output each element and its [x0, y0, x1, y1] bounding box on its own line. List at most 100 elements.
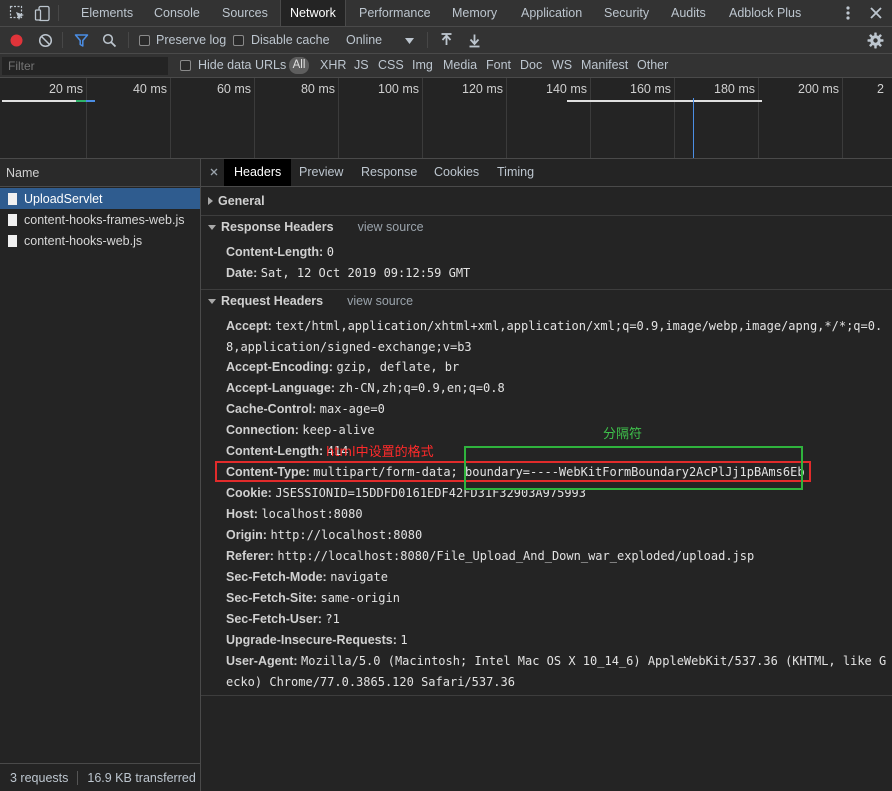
tab-adblock-plus[interactable]: Adblock Plus [729, 0, 801, 26]
more-options-icon[interactable] [841, 4, 855, 22]
request-count: 3 requests [10, 770, 69, 785]
detail-tab-preview[interactable]: Preview [289, 159, 353, 186]
hide-data-urls-label: Hide data URLs [198, 58, 287, 72]
timeline-label: 120 ms [462, 82, 503, 96]
header-row-accept-continued: 8,application/signed-exchange;v=b3 [226, 340, 472, 354]
devtools-tab-bar: Elements Console Sources Network Perform… [0, 0, 892, 27]
request-name: UploadServlet [24, 191, 103, 206]
settings-gear-icon[interactable] [867, 32, 884, 49]
timeline-label: 100 ms [378, 82, 419, 96]
timeline-label: 60 ms [216, 82, 251, 96]
filter-type-font[interactable]: Font [486, 58, 511, 72]
timeline-label: 80 ms [300, 82, 335, 96]
response-view-source-link[interactable]: view source [358, 220, 424, 234]
header-row-user-agent: User-Agent: Mozilla/5.0 (Macintosh; Inte… [226, 654, 887, 668]
request-detail-pane: Headers Preview Response Cookies Timing … [201, 159, 892, 791]
timeline-label: 140 ms [546, 82, 587, 96]
disable-cache-label: Disable cache [251, 33, 330, 47]
filter-type-img[interactable]: Img [412, 58, 433, 72]
close-detail-icon[interactable] [209, 165, 219, 179]
tab-memory[interactable]: Memory [452, 0, 497, 26]
filter-type-ws[interactable]: WS [552, 58, 572, 72]
filter-type-doc[interactable]: Doc [520, 58, 542, 72]
disable-cache-checkbox[interactable] [233, 35, 244, 46]
tab-elements[interactable]: Elements [81, 0, 133, 26]
tab-application[interactable]: Application [521, 0, 582, 26]
filter-type-manifest[interactable]: Manifest [581, 58, 628, 72]
network-status-bar: 3 requests 16.9 KB transferred [0, 763, 200, 791]
timeline-label: 40 ms [132, 82, 167, 96]
detail-tab-timing[interactable]: Timing [487, 159, 544, 186]
timeline-label: 2 [877, 82, 884, 96]
record-icon[interactable] [9, 33, 24, 48]
header-row-user-agent-continued: ecko) Chrome/77.0.3865.120 Safari/537.36 [226, 675, 515, 689]
general-section-header[interactable]: General [208, 194, 265, 208]
import-har-icon[interactable] [440, 33, 453, 48]
filter-icon[interactable] [74, 33, 89, 48]
header-row: Upgrade-Insecure-Requests: 1 [226, 633, 408, 647]
filter-type-css[interactable]: CSS [378, 58, 404, 72]
header-row: Content-Length: 0 [226, 245, 334, 259]
load-event-marker [693, 98, 694, 158]
request-headers-section-header[interactable]: Request Headers view source [208, 294, 413, 308]
timeline-label: 180 ms [714, 82, 755, 96]
filter-type-all[interactable]: All [289, 57, 309, 74]
detail-tab-cookies[interactable]: Cookies [424, 159, 489, 186]
timeline-bar [86, 100, 95, 102]
tab-performance[interactable]: Performance [359, 0, 431, 26]
document-icon [8, 192, 17, 205]
header-row: Referer: http://localhost:8080/File_Uplo… [226, 549, 755, 563]
format-annotation-label: html中设置的格式 [326, 445, 434, 460]
timeline-label: 160 ms [630, 82, 671, 96]
collapse-triangle-icon [208, 298, 216, 304]
preserve-log-checkbox[interactable] [139, 35, 150, 46]
filter-input[interactable] [2, 57, 168, 75]
collapse-triangle-icon [208, 224, 216, 230]
timeline-overview[interactable]: 20 ms 40 ms 60 ms 80 ms 100 ms 120 ms 14… [0, 78, 892, 159]
filter-type-js[interactable]: JS [354, 58, 369, 72]
export-har-icon[interactable] [468, 33, 481, 48]
tab-audits[interactable]: Audits [671, 0, 706, 26]
request-row-content-hooks-frames[interactable]: content-hooks-frames-web.js [0, 209, 200, 230]
tab-network[interactable]: Network [280, 0, 346, 26]
request-row-content-hooks[interactable]: content-hooks-web.js [0, 230, 200, 251]
header-row-content-type: Content-Type: multipart/form-data; bound… [226, 465, 805, 479]
inspect-element-icon[interactable] [9, 5, 26, 22]
close-devtools-icon[interactable] [868, 4, 884, 22]
timeline-bar [2, 100, 76, 102]
timeline-bar [76, 100, 86, 102]
detail-tab-headers[interactable]: Headers [224, 159, 292, 186]
response-headers-section-header[interactable]: Response Headers view source [208, 220, 424, 234]
tab-security[interactable]: Security [604, 0, 649, 26]
header-row: Connection: keep-alive [226, 423, 375, 437]
network-toolbar: Preserve log Disable cache Online [0, 27, 892, 54]
clear-icon[interactable] [38, 33, 53, 48]
request-name: content-hooks-web.js [24, 233, 143, 248]
request-view-source-link[interactable]: view source [347, 294, 413, 308]
request-list: Name UploadServlet content-hooks-frames-… [0, 159, 201, 791]
detail-tab-response[interactable]: Response [351, 159, 427, 186]
chevron-down-icon[interactable] [405, 38, 414, 44]
timeline-label: 20 ms [48, 82, 83, 96]
throttle-select[interactable]: Online [346, 33, 382, 47]
boundary-annotation-label: 分隔符 [603, 427, 643, 442]
filter-bar: Hide data URLs All XHR JS CSS Img Media … [0, 54, 892, 78]
name-column-header[interactable]: Name [0, 159, 200, 187]
tab-sources[interactable]: Sources [222, 0, 268, 26]
hide-data-urls-checkbox[interactable] [180, 60, 191, 71]
header-row: Sec-Fetch-User: ?1 [226, 612, 340, 626]
header-row: Accept-Language: zh-CN,zh;q=0.9,en;q=0.8 [226, 381, 505, 395]
tab-console[interactable]: Console [154, 0, 200, 26]
document-icon [8, 213, 17, 226]
request-name: content-hooks-frames-web.js [24, 212, 185, 227]
filter-type-media[interactable]: Media [443, 58, 477, 72]
device-toolbar-icon[interactable] [34, 5, 51, 22]
filter-type-xhr[interactable]: XHR [320, 58, 346, 72]
request-row-uploadservlet[interactable]: UploadServlet [0, 188, 200, 209]
header-row: Cache-Control: max-age=0 [226, 402, 385, 416]
filter-type-other[interactable]: Other [637, 58, 668, 72]
search-icon[interactable] [102, 33, 117, 48]
header-row: Cookie: JSESSIONID=15DDFD0161EDF42FD31F3… [226, 486, 586, 500]
header-row: Sec-Fetch-Mode: navigate [226, 570, 388, 584]
expand-triangle-icon [208, 197, 213, 205]
